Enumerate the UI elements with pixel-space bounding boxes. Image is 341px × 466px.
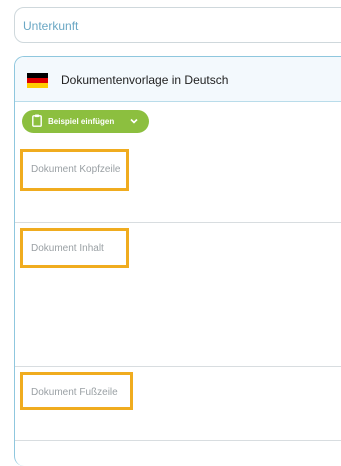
highlight-box: Dokument Kopfzeile xyxy=(20,149,129,191)
unterkunft-field[interactable]: Unterkunft xyxy=(14,7,341,43)
document-content-placeholder: Dokument Inhalt xyxy=(31,243,104,254)
german-flag-icon xyxy=(27,73,48,88)
unterkunft-placeholder: Unterkunft xyxy=(23,19,79,33)
panel-title: Dokumentenvorlage in Deutsch xyxy=(61,73,229,87)
chevron-down-icon[interactable] xyxy=(129,116,139,126)
document-template-panel: Dokumentenvorlage in Deutsch Beispiel ei… xyxy=(14,56,341,466)
panel-header[interactable]: Dokumentenvorlage in Deutsch xyxy=(15,57,341,102)
document-header-editor[interactable]: Dokument Kopfzeile xyxy=(15,143,341,223)
document-footer-placeholder: Dokument Fußzeile xyxy=(31,387,118,398)
document-content-editor[interactable]: Dokument Inhalt xyxy=(15,223,341,367)
insert-example-button[interactable]: Beispiel einfügen xyxy=(22,110,149,133)
insert-example-label: Beispiel einfügen xyxy=(48,117,115,126)
highlight-box: Dokument Fußzeile xyxy=(20,372,133,410)
document-header-placeholder: Dokument Kopfzeile xyxy=(31,164,121,175)
document-footer-editor[interactable]: Dokument Fußzeile xyxy=(15,367,341,441)
highlight-box: Dokument Inhalt xyxy=(20,228,129,268)
clipboard-icon xyxy=(32,114,42,127)
